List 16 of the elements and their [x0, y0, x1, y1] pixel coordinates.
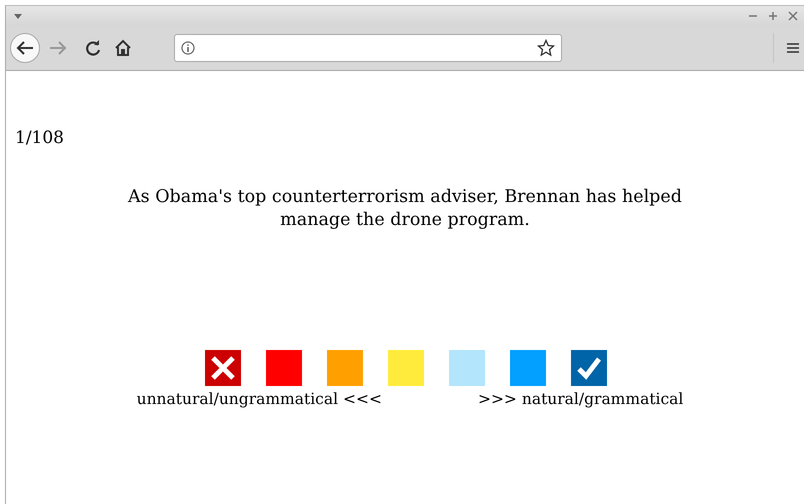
menu-icon[interactable] — [786, 41, 800, 55]
info-icon[interactable] — [181, 41, 195, 55]
close-icon[interactable] — [788, 11, 798, 21]
reload-icon[interactable] — [84, 39, 102, 57]
accept-button[interactable] — [571, 350, 607, 386]
progress-counter: 1/108 — [15, 128, 64, 148]
scale-high-label: >>> natural/grammatical — [478, 390, 684, 408]
back-button[interactable] — [10, 33, 40, 63]
maximize-icon[interactable] — [768, 11, 778, 21]
caret-icon[interactable] — [14, 14, 22, 18]
star-icon[interactable] — [537, 39, 555, 57]
sentence-text: As Obama's top counterterrorism adviser, Brennan has helped manage the drone program. — [126, 186, 683, 232]
back-arrow-icon — [16, 40, 34, 56]
scale-low-label: unnatural/ungrammatical <<< — [136, 390, 382, 408]
home-icon[interactable] — [114, 39, 132, 57]
reject-button[interactable] — [205, 350, 241, 386]
